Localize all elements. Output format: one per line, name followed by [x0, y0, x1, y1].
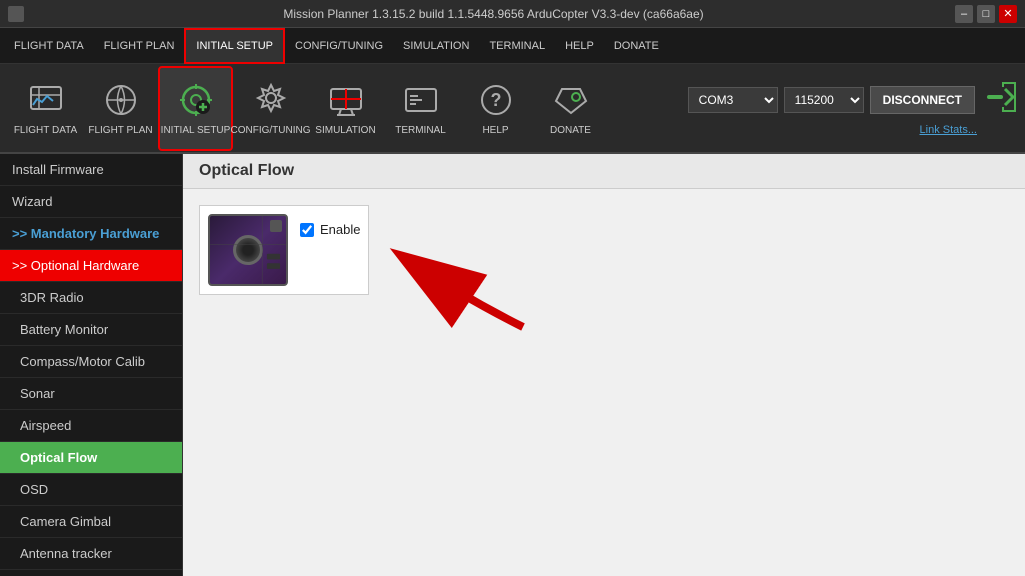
toolbar-flight-plan[interactable]: FLIGHT PLAN	[83, 66, 158, 151]
flight-data-icon	[25, 79, 67, 121]
toolbar-help[interactable]: ? HELP	[458, 66, 533, 151]
sensor-image	[208, 214, 288, 286]
toolbar-terminal-label: TERMINAL	[395, 125, 446, 137]
menu-simulation[interactable]: SIMULATION	[393, 28, 479, 64]
menu-terminal[interactable]: TERMINAL	[479, 28, 555, 64]
sidebar-item-3dr-radio[interactable]: 3DR Radio	[0, 282, 182, 314]
sidebar-item-battery-monitor[interactable]: Battery Monitor	[0, 314, 182, 346]
toolbar-terminal[interactable]: TERMINAL	[383, 66, 458, 151]
toolbar-config-tuning[interactable]: CONFIG/TUNING	[233, 66, 308, 151]
toolbar-simulation[interactable]: SIMULATION	[308, 66, 383, 151]
toolbar-config-label: CONFIG/TUNING	[231, 125, 311, 137]
maximize-button[interactable]: □	[977, 5, 995, 23]
app-icon	[8, 6, 24, 22]
enable-label: Enable	[320, 222, 360, 237]
sidebar-item-compass-motor-calib[interactable]: Compass/Motor Calib	[0, 346, 182, 378]
content-title: Optical Flow	[199, 162, 294, 179]
toolbar-right: COM3 115200 DISCONNECT Link Stats...	[688, 81, 1017, 136]
menu-flight-data[interactable]: FLIGHT DATA	[4, 28, 94, 64]
title-bar-text: Mission Planner 1.3.15.2 build 1.1.5448.…	[32, 7, 955, 21]
red-arrow	[343, 237, 543, 337]
toolbar-initial-setup[interactable]: INITIAL SETUP	[158, 66, 233, 151]
menu-initial-setup[interactable]: INITIAL SETUP	[184, 28, 285, 64]
terminal-icon	[400, 79, 442, 121]
svg-text:?: ?	[490, 90, 501, 110]
toolbar-help-label: HELP	[482, 125, 508, 137]
title-bar: Mission Planner 1.3.15.2 build 1.1.5448.…	[0, 0, 1025, 28]
menu-bar: FLIGHT DATA FLIGHT PLAN INITIAL SETUP CO…	[0, 28, 1025, 64]
sidebar-item-sonar[interactable]: Sonar	[0, 378, 182, 410]
enable-row: Enable	[300, 218, 360, 241]
sidebar-item-optional-hardware[interactable]: >> Optional Hardware	[0, 250, 182, 282]
sidebar-item-optical-flow[interactable]: Optical Flow	[0, 442, 182, 474]
link-stats-link[interactable]: Link Stats...	[920, 124, 977, 136]
toolbar-donate-label: DONATE	[550, 125, 591, 137]
toolbar-flight-data[interactable]: FLIGHT DATA	[8, 66, 83, 151]
sidebar-item-osd[interactable]: OSD	[0, 474, 182, 506]
close-button[interactable]: ✕	[999, 5, 1017, 23]
sidebar-item-antenna-tracker[interactable]: Antenna tracker	[0, 538, 182, 570]
toolbar-simulation-label: SIMULATION	[315, 125, 375, 137]
title-bar-buttons: – □ ✕	[955, 5, 1017, 23]
sidebar: Install Firmware Wizard >> Mandatory Har…	[0, 154, 183, 576]
sidebar-item-airspeed[interactable]: Airspeed	[0, 410, 182, 442]
minimize-button[interactable]: –	[955, 5, 973, 23]
sidebar-item-camera-gimbal[interactable]: Camera Gimbal	[0, 506, 182, 538]
content-area: Optical Flow	[183, 154, 1025, 576]
initial-setup-icon	[175, 79, 217, 121]
sensor-panel: Enable	[199, 205, 369, 295]
disconnect-icon	[985, 81, 1017, 120]
content-body: Enable	[183, 189, 1025, 311]
sidebar-item-install-firmware[interactable]: Install Firmware	[0, 154, 182, 186]
sidebar-item-mandatory-hardware[interactable]: >> Mandatory Hardware	[0, 218, 182, 250]
enable-checkbox[interactable]	[300, 223, 314, 237]
toolbar-flight-data-label: FLIGHT DATA	[14, 125, 77, 137]
simulation-icon	[325, 79, 367, 121]
content-header: Optical Flow	[183, 154, 1025, 189]
sidebar-item-motor-test[interactable]: Motor Test	[0, 570, 182, 576]
menu-config-tuning[interactable]: CONFIG/TUNING	[285, 28, 393, 64]
config-tuning-icon	[250, 79, 292, 121]
menu-flight-plan[interactable]: FLIGHT PLAN	[94, 28, 185, 64]
toolbar: FLIGHT DATA FLIGHT PLAN	[0, 64, 1025, 154]
sidebar-item-wizard[interactable]: Wizard	[0, 186, 182, 218]
flight-plan-icon	[100, 79, 142, 121]
menu-help[interactable]: HELP	[555, 28, 604, 64]
baud-rate-select[interactable]: 115200	[784, 87, 864, 113]
com-port-select[interactable]: COM3	[688, 87, 778, 113]
main-layout: Install Firmware Wizard >> Mandatory Har…	[0, 154, 1025, 576]
donate-icon	[550, 79, 592, 121]
toolbar-donate[interactable]: DONATE	[533, 66, 608, 151]
menu-donate[interactable]: DONATE	[604, 28, 669, 64]
toolbar-flight-plan-label: FLIGHT PLAN	[88, 125, 152, 137]
disconnect-button[interactable]: DISCONNECT	[870, 86, 975, 114]
toolbar-initial-setup-label: INITIAL SETUP	[161, 125, 231, 137]
help-icon: ?	[475, 79, 517, 121]
